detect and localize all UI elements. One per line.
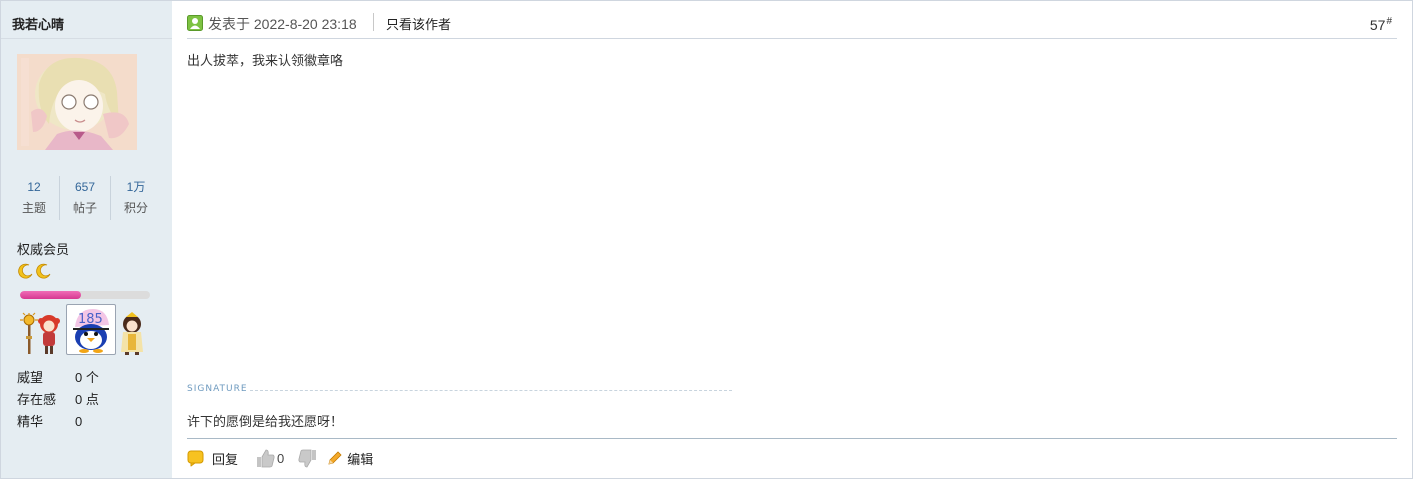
stat-posts[interactable]: 657 帖子 [59, 176, 110, 220]
thumb-down-icon [298, 449, 317, 467]
stat-threads-value: 12 [27, 180, 41, 194]
online-status-icon [187, 15, 203, 31]
signature-text: 许下的愿倒是给我还愿呀！ [187, 414, 344, 429]
stat-credits[interactable]: 1万 积分 [110, 176, 161, 220]
edit-label: 编辑 [347, 451, 374, 467]
profile-fields: 威望 0 个 存在感 0 点 精华 0 [17, 369, 99, 435]
field-presence-value: 0 点 [75, 392, 99, 407]
stat-threads[interactable]: 12 主题 [9, 176, 59, 220]
floor-number[interactable]: 57# [1370, 16, 1392, 33]
stat-credits-value: 1万 [126, 180, 146, 194]
user-stats: 12 主题 657 帖子 1万 积分 [9, 176, 161, 220]
rank-stars [18, 263, 52, 279]
stat-credits-label: 积分 [123, 201, 148, 215]
field-prestige-value: 0 个 [75, 370, 99, 385]
level-progress-bar [20, 291, 150, 299]
field-digest-value: 0 [75, 414, 83, 429]
field-prestige-label: 威望 [17, 370, 44, 385]
medal-list: 185 [17, 304, 157, 356]
field-prestige: 威望 0 个 [17, 369, 99, 391]
medal-redhair-girl-icon[interactable] [37, 312, 61, 356]
signature-label: SIGNATURE [187, 384, 248, 394]
field-digest-label: 精华 [17, 414, 44, 429]
post-actions: 回复 0 编辑 [187, 447, 373, 469]
signature-dashed-line [250, 390, 732, 391]
post-content: 出人拔萃，我来认领徽章咯 [187, 53, 344, 68]
medal-penguin-icon: 185 [73, 309, 109, 353]
field-presence: 存在感 0 点 [17, 391, 99, 413]
avatar[interactable] [17, 54, 137, 150]
like-button[interactable]: 0 [256, 449, 284, 468]
only-author-link[interactable]: 只看该作者 [386, 14, 451, 33]
post-header: 发表于 2022-8-20 23:18 只看该作者 57# [187, 1, 1397, 39]
floor-number-value: 57 [1369, 17, 1386, 33]
moon-icon [18, 263, 33, 279]
reply-bubble-icon [187, 450, 204, 466]
stat-posts-value: 657 [74, 180, 96, 194]
thumb-up-icon [257, 449, 275, 467]
author-name-link[interactable]: 我若心晴 [12, 14, 64, 33]
edit-button[interactable]: 编辑 [327, 449, 373, 468]
pencil-icon [328, 451, 342, 465]
header-separator [373, 13, 374, 31]
floor-number-suffix: # [1386, 16, 1392, 27]
moon-icon [36, 263, 51, 279]
signature-divider: SIGNATURE [187, 384, 732, 396]
stat-posts-label: 帖子 [72, 201, 97, 215]
post-main: 发表于 2022-8-20 23:18 只看该作者 57# 出人拔萃，我来认领徽… [187, 1, 1397, 478]
level-progress-fill [20, 291, 82, 299]
field-presence-label: 存在感 [17, 392, 57, 407]
username-bar: 我若心晴 [1, 1, 172, 39]
avatar-image [17, 54, 137, 150]
author-sidebar: 我若心晴 12 主题 657 帖子 1万 积分 权威会员 185 威望 0 个 … [1, 1, 172, 478]
medal-priestess-icon[interactable] [119, 312, 145, 356]
post-time: 发表于 2022-8-20 23:18 [208, 16, 357, 32]
field-digest: 精华 0 [17, 413, 99, 435]
reply-button[interactable]: 回复 [187, 449, 238, 468]
dislike-button[interactable] [298, 449, 317, 468]
user-group[interactable]: 权威会员 [17, 239, 69, 258]
post-container: 我若心晴 12 主题 657 帖子 1万 积分 权威会员 185 威望 0 个 … [0, 0, 1413, 479]
medal-selected-penguin[interactable]: 185 [66, 304, 116, 355]
like-count: 0 [277, 450, 285, 466]
stat-threads-label: 主题 [21, 201, 46, 215]
actions-divider [187, 438, 1397, 439]
reply-label: 回复 [212, 451, 239, 467]
